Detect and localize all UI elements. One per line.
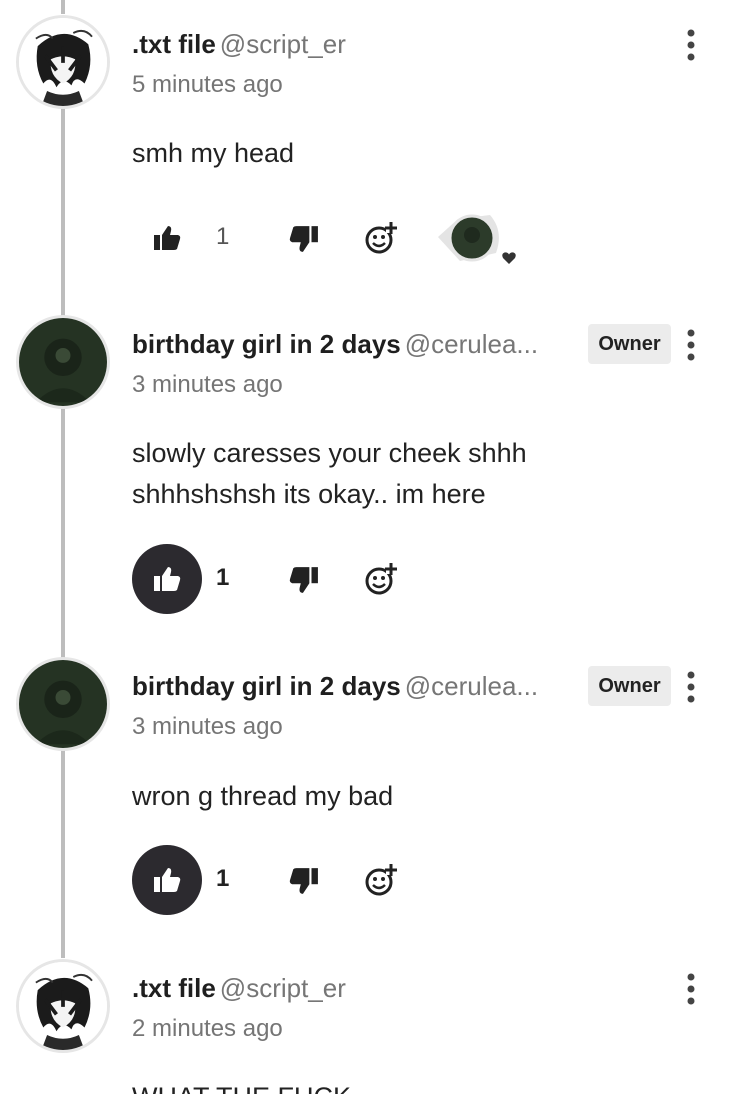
author-name[interactable]: birthday girl in 2 days bbox=[132, 329, 401, 359]
more-options-button[interactable] bbox=[680, 327, 702, 363]
thumbs-down-icon[interactable] bbox=[289, 225, 319, 253]
like-count: 1 bbox=[216, 564, 230, 591]
like-count: 1 bbox=[216, 223, 230, 250]
comment-actions: 1 bbox=[132, 845, 552, 915]
comment-text: WHAT THE FUCK bbox=[132, 1077, 351, 1094]
author-handle[interactable]: @cerulea... bbox=[405, 671, 538, 701]
comment-header: birthday girl in 2 days @cerulea... bbox=[132, 329, 538, 359]
comment-header: .txt file @script_er bbox=[132, 973, 346, 1003]
thread-line bbox=[61, 0, 65, 14]
timestamp[interactable]: 2 minutes ago bbox=[132, 1014, 283, 1044]
timestamp[interactable]: 3 minutes ago bbox=[132, 712, 283, 742]
like-button[interactable] bbox=[132, 845, 202, 915]
comment: birthday girl in 2 days @cerulea... Owner… bbox=[0, 315, 735, 625]
like-count: 1 bbox=[216, 865, 230, 892]
author-handle[interactable]: @cerulea... bbox=[405, 329, 538, 359]
comment-text: wron g thread my bad bbox=[132, 781, 394, 811]
more-options-button[interactable] bbox=[680, 27, 702, 63]
thumbs-down-icon[interactable] bbox=[289, 566, 319, 594]
like-button[interactable] bbox=[132, 544, 202, 614]
owner-badge: Owner bbox=[588, 666, 671, 706]
comment-actions: 1 bbox=[132, 544, 552, 614]
creator-heart-badge bbox=[432, 209, 522, 271]
comment: .txt file @script_er 5 minutes ago smh my… bbox=[0, 15, 735, 285]
author-handle[interactable]: @script_er bbox=[220, 29, 346, 59]
like-button[interactable] bbox=[132, 203, 202, 273]
comment-header: .txt file @script_er bbox=[132, 29, 346, 59]
add-reaction-icon[interactable] bbox=[364, 863, 398, 897]
timestamp[interactable]: 3 minutes ago bbox=[132, 370, 283, 400]
thumbs-up-icon bbox=[154, 226, 181, 250]
add-reaction-icon[interactable] bbox=[364, 221, 398, 255]
comment-text: smh my head bbox=[132, 138, 295, 168]
timestamp[interactable]: 5 minutes ago bbox=[132, 70, 283, 100]
thumbs-up-icon bbox=[154, 868, 181, 892]
author-name[interactable]: birthday girl in 2 days bbox=[132, 671, 401, 701]
author-name[interactable]: .txt file bbox=[132, 29, 216, 59]
comment-header: birthday girl in 2 days @cerulea... bbox=[132, 671, 538, 701]
owner-badge: Owner bbox=[588, 324, 671, 364]
comment-text: slowly caresses your cheek shhh shhhshsh… bbox=[132, 438, 527, 509]
comment: birthday girl in 2 days @cerulea... Owner… bbox=[0, 657, 735, 927]
comment: .txt file@script_er 2 minutes ago WHAT T… bbox=[0, 959, 735, 1094]
author-name[interactable]: .txt file bbox=[132, 973, 216, 1003]
anime-avatar-icon[interactable] bbox=[16, 959, 110, 1053]
dark-green-avatar-icon[interactable] bbox=[16, 315, 110, 409]
add-reaction-icon[interactable] bbox=[364, 562, 398, 596]
thumbs-down-icon[interactable] bbox=[289, 867, 319, 895]
thumbs-up-icon bbox=[154, 567, 181, 591]
more-options-button[interactable] bbox=[680, 669, 702, 705]
anime-avatar-icon[interactable] bbox=[16, 15, 110, 109]
author-handle[interactable]: @script_er bbox=[220, 973, 346, 1003]
dark-green-avatar-icon[interactable] bbox=[16, 657, 110, 751]
more-options-button[interactable] bbox=[680, 971, 702, 1007]
comment-actions: 1 bbox=[132, 203, 552, 273]
